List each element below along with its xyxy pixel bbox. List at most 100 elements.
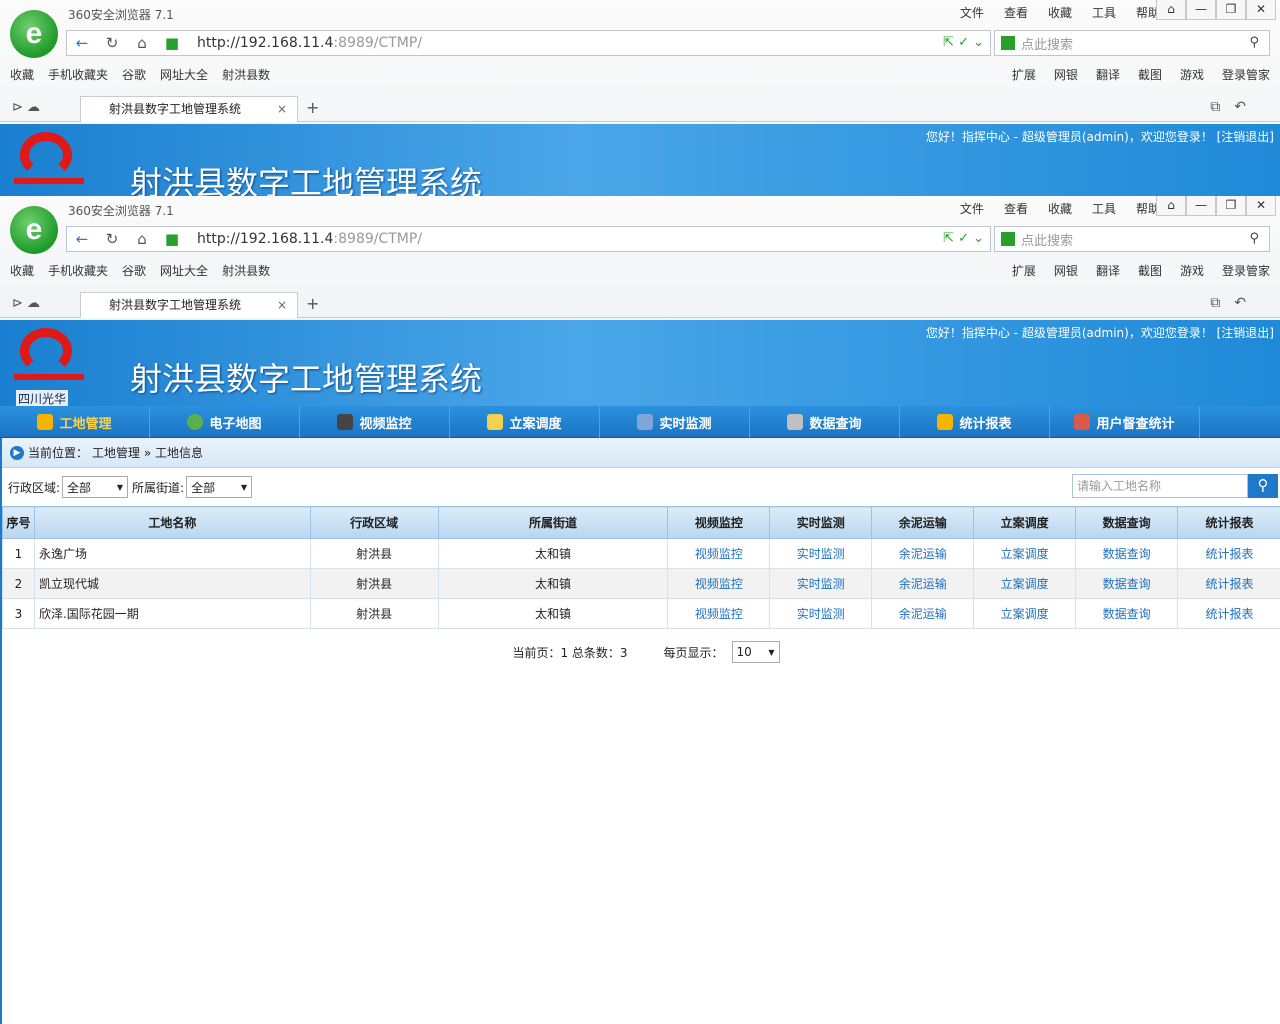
home-icon[interactable]: ⌂ — [127, 230, 157, 248]
nav-video[interactable]: 视频监控 — [300, 406, 450, 438]
ext-button[interactable]: 扩展 — [1012, 66, 1036, 83]
skin-icon[interactable]: ⌂ — [1156, 0, 1186, 20]
nav-query[interactable]: 数据查询 — [750, 406, 900, 438]
bank-button[interactable]: 网银 — [1054, 262, 1078, 279]
report-link[interactable]: 统计报表 — [1206, 607, 1254, 621]
video-link[interactable]: 视频监控 — [695, 547, 743, 561]
screenshot-button[interactable]: 截图 — [1138, 262, 1162, 279]
region-select[interactable]: 全部 ▼ — [62, 476, 129, 498]
login-button[interactable]: 登录管家 — [1222, 66, 1270, 83]
refresh-icon[interactable]: ↻ — [97, 230, 127, 248]
per-page-select[interactable]: 10 ▼ — [731, 641, 780, 663]
tab-tools-icon[interactable]: ⧉↶ — [1210, 99, 1260, 115]
street-select[interactable]: 全部 ▼ — [186, 476, 253, 498]
home-icon[interactable]: ⌂ — [127, 34, 157, 52]
search-icon[interactable]: ⚲ — [1248, 474, 1278, 498]
col-transport[interactable]: 余泥运输 — [871, 506, 975, 539]
nav-map[interactable]: 电子地图 — [150, 406, 300, 438]
fav-google[interactable]: 谷歌 — [122, 66, 146, 84]
browser-tab[interactable]: 射洪县数字工地管理系统 × — [80, 292, 298, 318]
share-icon[interactable]: ⇱ ✓ ⌄ — [943, 35, 984, 50]
close-button[interactable]: ✕ — [1246, 0, 1276, 20]
menu-tools[interactable]: 工具 — [1092, 4, 1116, 21]
menu-favorites[interactable]: 收藏 — [1048, 4, 1072, 21]
nav-site-management[interactable]: 工地管理 — [0, 406, 150, 438]
col-monitor[interactable]: 实时监测 — [769, 506, 873, 539]
col-name[interactable]: 工地名称 — [33, 506, 311, 539]
video-link[interactable]: 视频监控 — [695, 607, 743, 621]
transport-link[interactable]: 余泥运输 — [899, 577, 947, 591]
browser-tab[interactable]: 射洪县数字工地管理系统 × — [80, 96, 298, 122]
url-text[interactable]: http://192.168.11.4:8989/CTMP/ — [197, 35, 422, 51]
fav-hao[interactable]: 网址大全 — [160, 262, 208, 280]
games-button[interactable]: 游戏 — [1180, 262, 1204, 279]
sidebar-toggle-icon[interactable]: ⊳ ☁ — [12, 296, 40, 311]
report-link[interactable]: 统计报表 — [1206, 547, 1254, 561]
col-street[interactable]: 所属街道 — [437, 506, 669, 539]
col-dispatch[interactable]: 立案调度 — [973, 506, 1077, 539]
monitor-link[interactable]: 实时监测 — [797, 577, 845, 591]
transport-link[interactable]: 余泥运输 — [899, 607, 947, 621]
tab-tools-icon[interactable]: ⧉↶ — [1210, 295, 1260, 311]
nav-reports[interactable]: 统计报表 — [900, 406, 1050, 438]
transport-link[interactable]: 余泥运输 — [899, 547, 947, 561]
maximize-button[interactable]: ❐ — [1216, 0, 1246, 20]
col-query[interactable]: 数据查询 — [1075, 506, 1179, 539]
fav-google[interactable]: 谷歌 — [122, 262, 146, 280]
back-icon[interactable]: ← — [67, 230, 97, 248]
fav-hao[interactable]: 网址大全 — [160, 66, 208, 84]
monitor-link[interactable]: 实时监测 — [797, 547, 845, 561]
col-no[interactable]: 序号 — [2, 506, 35, 539]
menu-favorites[interactable]: 收藏 — [1048, 200, 1072, 217]
tab-close-icon[interactable]: × — [277, 293, 287, 317]
fav-mobile[interactable]: 手机收藏夹 — [48, 262, 108, 280]
translate-button[interactable]: 翻译 — [1096, 66, 1120, 83]
dispatch-link[interactable]: 立案调度 — [1001, 547, 1049, 561]
nav-dispatch[interactable]: 立案调度 — [450, 406, 600, 438]
share-icon[interactable]: ⇱ ✓ ⌄ — [943, 231, 984, 246]
col-report[interactable]: 统计报表 — [1177, 506, 1280, 539]
minimize-button[interactable]: — — [1186, 196, 1216, 216]
sidebar-toggle-icon[interactable]: ⊳ ☁ — [12, 100, 40, 115]
col-region[interactable]: 行政区域 — [309, 506, 439, 539]
nav-monitor[interactable]: 实时监测 — [600, 406, 750, 438]
back-icon[interactable]: ← — [67, 34, 97, 52]
col-video[interactable]: 视频监控 — [667, 506, 771, 539]
ext-button[interactable]: 扩展 — [1012, 262, 1036, 279]
search-engine-icon[interactable] — [1001, 232, 1015, 246]
nav-user-stats[interactable]: 用户督查统计 — [1050, 406, 1200, 438]
user-greeting[interactable]: 您好！指挥中心 - 超级管理员(admin)，欢迎您登录！ [注销退出] — [926, 324, 1274, 341]
address-bar[interactable]: ← ↻ ⌂ ■ http://192.168.11.4:8989/CTMP/ ⇱… — [66, 226, 991, 252]
dispatch-link[interactable]: 立案调度 — [1001, 577, 1049, 591]
query-link[interactable]: 数据查询 — [1103, 547, 1151, 561]
site-search-input[interactable]: 请输入工地名称 — [1072, 474, 1248, 498]
screenshot-button[interactable]: 截图 — [1138, 66, 1162, 83]
maximize-button[interactable]: ❐ — [1216, 196, 1246, 216]
query-link[interactable]: 数据查询 — [1103, 577, 1151, 591]
new-tab-icon[interactable]: + — [306, 294, 319, 313]
menu-tools[interactable]: 工具 — [1092, 200, 1116, 217]
menu-view[interactable]: 查看 — [1004, 200, 1028, 217]
refresh-icon[interactable]: ↻ — [97, 34, 127, 52]
query-link[interactable]: 数据查询 — [1103, 607, 1151, 621]
tab-close-icon[interactable]: × — [277, 97, 287, 121]
address-bar[interactable]: ← ↻ ⌂ ■ http://192.168.11.4:8989/CTMP/ ⇱… — [66, 30, 991, 56]
minimize-button[interactable]: — — [1186, 0, 1216, 20]
new-tab-icon[interactable]: + — [306, 98, 319, 117]
search-icon[interactable]: ⚲ — [1249, 231, 1259, 246]
fav-mobile[interactable]: 手机收藏夹 — [48, 66, 108, 84]
games-button[interactable]: 游戏 — [1180, 66, 1204, 83]
bank-button[interactable]: 网银 — [1054, 66, 1078, 83]
fav-collect[interactable]: 收藏 — [10, 66, 34, 84]
menu-file[interactable]: 文件 — [960, 4, 984, 21]
skin-icon[interactable]: ⌂ — [1156, 196, 1186, 216]
browser-search-input[interactable]: 点此搜索 ⚲ — [994, 226, 1270, 252]
close-button[interactable]: ✕ — [1246, 196, 1276, 216]
fav-collect[interactable]: 收藏 — [10, 262, 34, 280]
dispatch-link[interactable]: 立案调度 — [1001, 607, 1049, 621]
video-link[interactable]: 视频监控 — [695, 577, 743, 591]
menu-file[interactable]: 文件 — [960, 200, 984, 217]
browser-search-input[interactable]: 点此搜索 ⚲ — [994, 30, 1270, 56]
fav-shehong[interactable]: 射洪县数 — [222, 262, 270, 280]
monitor-link[interactable]: 实时监测 — [797, 607, 845, 621]
